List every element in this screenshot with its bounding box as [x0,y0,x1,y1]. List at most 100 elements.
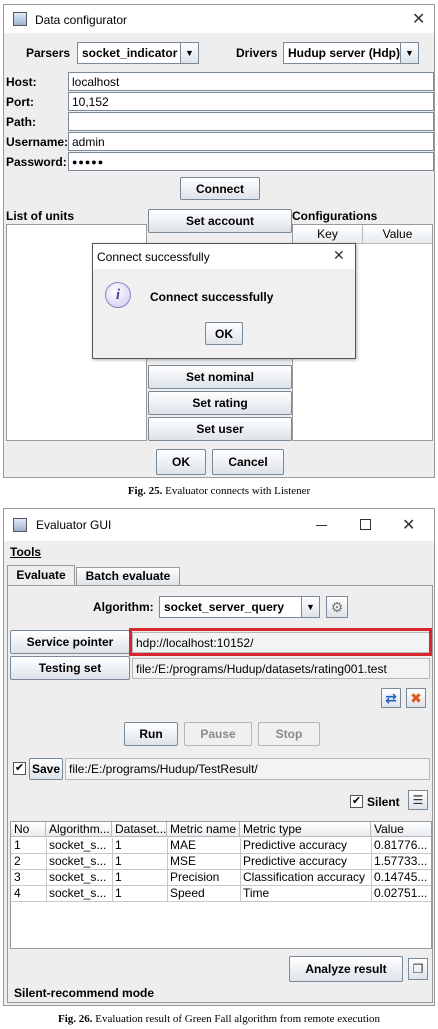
log-icon[interactable]: ☰ [408,790,428,810]
table-cell[interactable]: Precision [167,870,240,884]
table-cell[interactable]: socket_s... [46,838,112,852]
grid-line [11,869,431,870]
clear-icon[interactable]: ✖ [406,688,426,708]
caption-text: Evaluator connects with Listener [165,485,311,497]
column-header[interactable]: Algorithm... [46,822,112,837]
refresh-icon[interactable]: ⇄ [381,688,401,708]
evaluate-panel: Algorithm: socket_server_query ▼ ⚙ Servi… [7,585,433,1003]
table-cell[interactable]: Classification accuracy [240,870,371,884]
table-cell[interactable]: Predictive accuracy [240,838,371,852]
parsers-label: Parsers [26,46,71,60]
column-header[interactable]: Metric type [240,822,371,837]
maximize-icon[interactable] [360,519,371,530]
grid-line [11,901,431,902]
table-cell[interactable]: 1 [112,838,167,852]
tab-batch-evaluate[interactable]: Batch evaluate [76,567,180,586]
username-label: Username: [6,135,69,149]
table-cell[interactable]: 2 [11,854,46,868]
algorithm-value: socket_server_query [164,600,285,614]
table-cell[interactable]: 1 [112,854,167,868]
value-header[interactable]: Value [363,225,432,244]
chevron-down-icon[interactable]: ▼ [301,597,319,617]
dialog-title-bar: Connect successfully ✕ [93,244,355,269]
info-icon: i [105,282,131,308]
grid-line [46,838,47,902]
table-cell[interactable]: 1 [11,838,46,852]
table-cell[interactable]: Time [240,886,371,900]
results-table[interactable]: No Algorithm... Dataset... Metric name M… [10,821,432,949]
silent-label: Silent [367,795,400,809]
table-cell[interactable]: 1 [112,870,167,884]
table-cell[interactable]: MSE [167,854,240,868]
chevron-down-icon[interactable]: ▼ [180,43,198,63]
cancel-button[interactable]: Cancel [212,449,284,475]
save-button[interactable]: Save [29,758,63,780]
parser-select[interactable]: socket_indicator ▼ [77,42,199,64]
run-button[interactable]: Run [124,722,178,746]
table-cell[interactable]: 0.02751... [371,886,431,900]
host-field[interactable]: localhost [68,72,434,91]
port-label: Port: [6,95,34,109]
table-cell[interactable]: MAE [167,838,240,852]
table-cell[interactable]: 1.57733... [371,854,431,868]
dialog-ok-button[interactable]: OK [205,322,243,345]
close-icon[interactable]: ✕ [333,247,345,264]
testing-set-field[interactable]: file:/E:/programs/Hudup/datasets/rating0… [132,658,430,679]
host-label: Host: [6,75,37,89]
connect-success-dialog: Connect successfully ✕ i Connect success… [92,243,356,359]
set-user-button[interactable]: Set user [148,417,292,441]
table-cell[interactable]: Predictive accuracy [240,854,371,868]
service-pointer-button[interactable]: Service pointer [10,630,130,654]
driver-select[interactable]: Hudup server (Hdp) ▼ [283,42,419,64]
title-bar: Data configurator ✕ [4,5,434,33]
window-title: Evaluator GUI [36,518,112,532]
tab-evaluate[interactable]: Evaluate [7,565,75,586]
chevron-down-icon[interactable]: ▼ [400,43,418,63]
copy-icon[interactable]: ❐ [408,958,428,980]
password-field[interactable]: ●●●●● [68,152,434,171]
table-cell[interactable]: 4 [11,886,46,900]
grid-line [371,838,372,902]
path-label: Path: [6,115,36,129]
table-cell[interactable]: 0.14745... [371,870,431,884]
algorithm-select[interactable]: socket_server_query ▼ [159,596,320,618]
analyze-result-button[interactable]: Analyze result [289,956,403,982]
connect-button[interactable]: Connect [180,177,260,200]
set-nominal-button[interactable]: Set nominal [148,365,292,389]
table-cell[interactable]: socket_s... [46,886,112,900]
column-header[interactable]: Value [371,822,431,837]
stop-button[interactable]: Stop [258,722,320,746]
pause-button[interactable]: Pause [184,722,252,746]
ok-button[interactable]: OK [156,449,206,475]
minimize-icon[interactable] [316,525,327,526]
save-checkbox[interactable]: ✔ [13,762,26,775]
close-icon[interactable]: ✕ [412,9,425,29]
port-field[interactable]: 10,152 [68,92,434,111]
grid-line [11,853,431,854]
key-header[interactable]: Key [293,225,363,244]
app-icon [13,518,27,532]
table-cell[interactable]: Speed [167,886,240,900]
table-cell[interactable]: socket_s... [46,870,112,884]
column-header[interactable]: Metric name [167,822,240,837]
dialog-message: Connect successfully [150,290,274,304]
settings-gear-icon[interactable]: ⚙ [326,596,348,618]
set-rating-button[interactable]: Set rating [148,391,292,415]
menu-tools[interactable]: Tools [10,545,41,559]
grid-line [112,838,113,902]
column-header[interactable]: No [11,822,46,837]
dialog-title: Connect successfully [97,250,210,264]
table-cell[interactable]: 3 [11,870,46,884]
column-header[interactable]: Dataset... [112,822,167,837]
close-icon[interactable]: ✕ [402,515,415,535]
set-account-button[interactable]: Set account [148,209,292,233]
table-cell[interactable]: socket_s... [46,854,112,868]
table-cell[interactable]: 0.81776... [371,838,431,852]
username-field[interactable]: admin [68,132,434,151]
testing-set-button[interactable]: Testing set [10,656,130,680]
path-field[interactable] [68,112,434,131]
app-icon [13,12,27,26]
table-cell[interactable]: 1 [112,886,167,900]
silent-checkbox[interactable]: ✔ [350,795,363,808]
save-path-field[interactable]: file:/E:/programs/Hudup/TestResult/ [65,758,430,780]
